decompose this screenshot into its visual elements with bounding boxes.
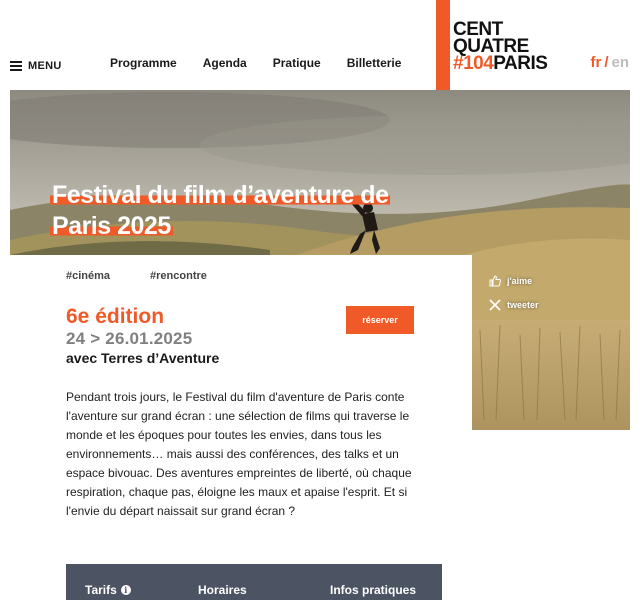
- nav-item-billetterie[interactable]: Billetterie: [347, 56, 402, 70]
- tag-list: #cinéma #rencontre: [66, 270, 207, 282]
- tab-horaires[interactable]: Horaires: [198, 583, 247, 597]
- event-edition: 6e édition: [66, 305, 165, 328]
- tweet-label: tweeter: [507, 300, 539, 310]
- logo-city: PARIS: [493, 53, 548, 74]
- info-icon: i: [120, 585, 131, 595]
- language-switcher: fr / en: [590, 54, 629, 71]
- event-card: #cinéma #rencontre 6e édition 24 > 26.01…: [10, 255, 472, 600]
- tab-horaires-label: Horaires: [198, 583, 247, 597]
- thumbs-up-icon: [489, 275, 501, 287]
- lang-fr-link[interactable]: fr: [590, 54, 601, 71]
- tab-infos-pratiques[interactable]: Infos pratiques: [330, 583, 416, 597]
- hero-title-text: Festival du film d’aventure de Paris 202…: [50, 181, 391, 240]
- info-tabs-bar: Tarifs i Horaires Infos pratiques: [66, 564, 442, 600]
- event-description: Pendant trois jours, le Festival du film…: [66, 390, 412, 518]
- event-dates: 24 > 26.01.2025: [66, 329, 193, 348]
- menu-button[interactable]: MENU: [10, 60, 62, 72]
- x-logo-icon: [489, 299, 501, 311]
- tab-tarifs[interactable]: Tarifs i: [85, 583, 131, 597]
- main-nav: Programme Agenda Pratique Billetterie: [110, 56, 427, 70]
- tag-cinema[interactable]: #cinéma: [66, 270, 110, 282]
- event-partner: avec Terres d’Aventure: [66, 350, 220, 366]
- social-share: j'aime tweeter: [489, 275, 539, 323]
- reserve-button[interactable]: réserver: [346, 306, 414, 334]
- tab-infos-pratiques-label: Infos pratiques: [330, 583, 417, 597]
- lang-en-link[interactable]: en: [611, 54, 629, 71]
- tweet-button[interactable]: tweeter: [489, 299, 539, 311]
- nav-item-programme[interactable]: Programme: [110, 56, 177, 70]
- hero-title: Festival du film d’aventure de Paris 202…: [50, 180, 440, 242]
- tab-tarifs-label: Tarifs: [85, 583, 117, 597]
- like-button[interactable]: j'aime: [489, 275, 539, 287]
- hamburger-icon: [10, 61, 22, 71]
- logo-accent-bar: [436, 0, 450, 90]
- nav-item-pratique[interactable]: Pratique: [273, 56, 321, 70]
- lang-separator: /: [604, 54, 609, 71]
- logo-hash: #104: [453, 53, 494, 74]
- nav-item-agenda[interactable]: Agenda: [203, 56, 247, 70]
- tag-rencontre[interactable]: #rencontre: [150, 270, 207, 282]
- like-label: j'aime: [507, 276, 533, 286]
- logo-line-3: #104PARIS: [453, 53, 548, 74]
- menu-label: MENU: [28, 60, 62, 72]
- site-logo[interactable]: CENT QUATRE #104PARIS: [453, 20, 548, 74]
